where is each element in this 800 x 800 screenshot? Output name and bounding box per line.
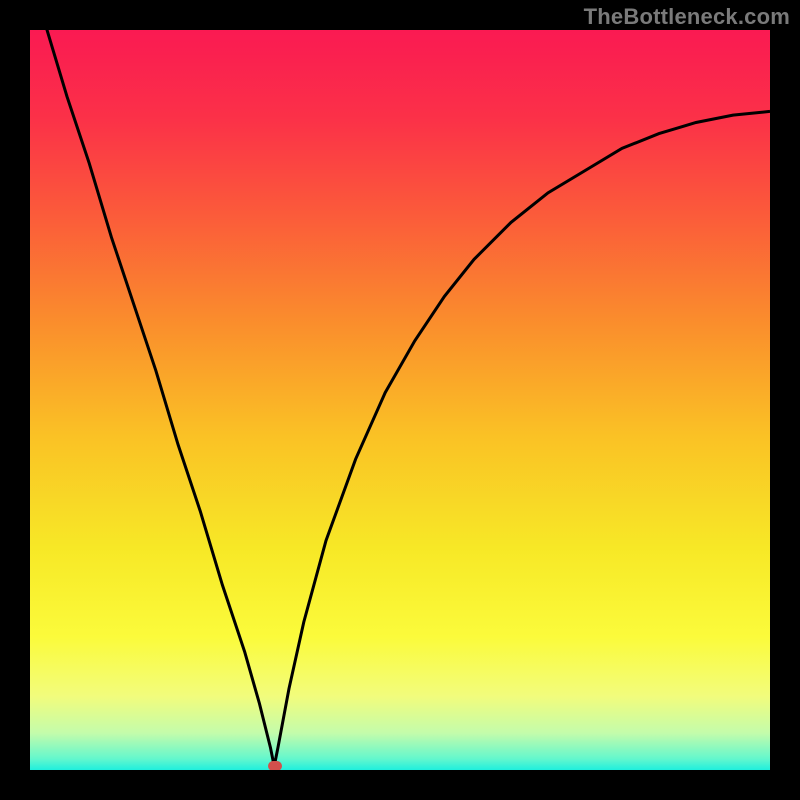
chart-root: TheBottleneck.com [0,0,800,800]
bottleneck-curve [30,30,770,766]
curve-layer [30,30,770,770]
optimum-marker [268,761,282,770]
watermark-text: TheBottleneck.com [584,4,790,30]
plot-area [30,30,770,770]
